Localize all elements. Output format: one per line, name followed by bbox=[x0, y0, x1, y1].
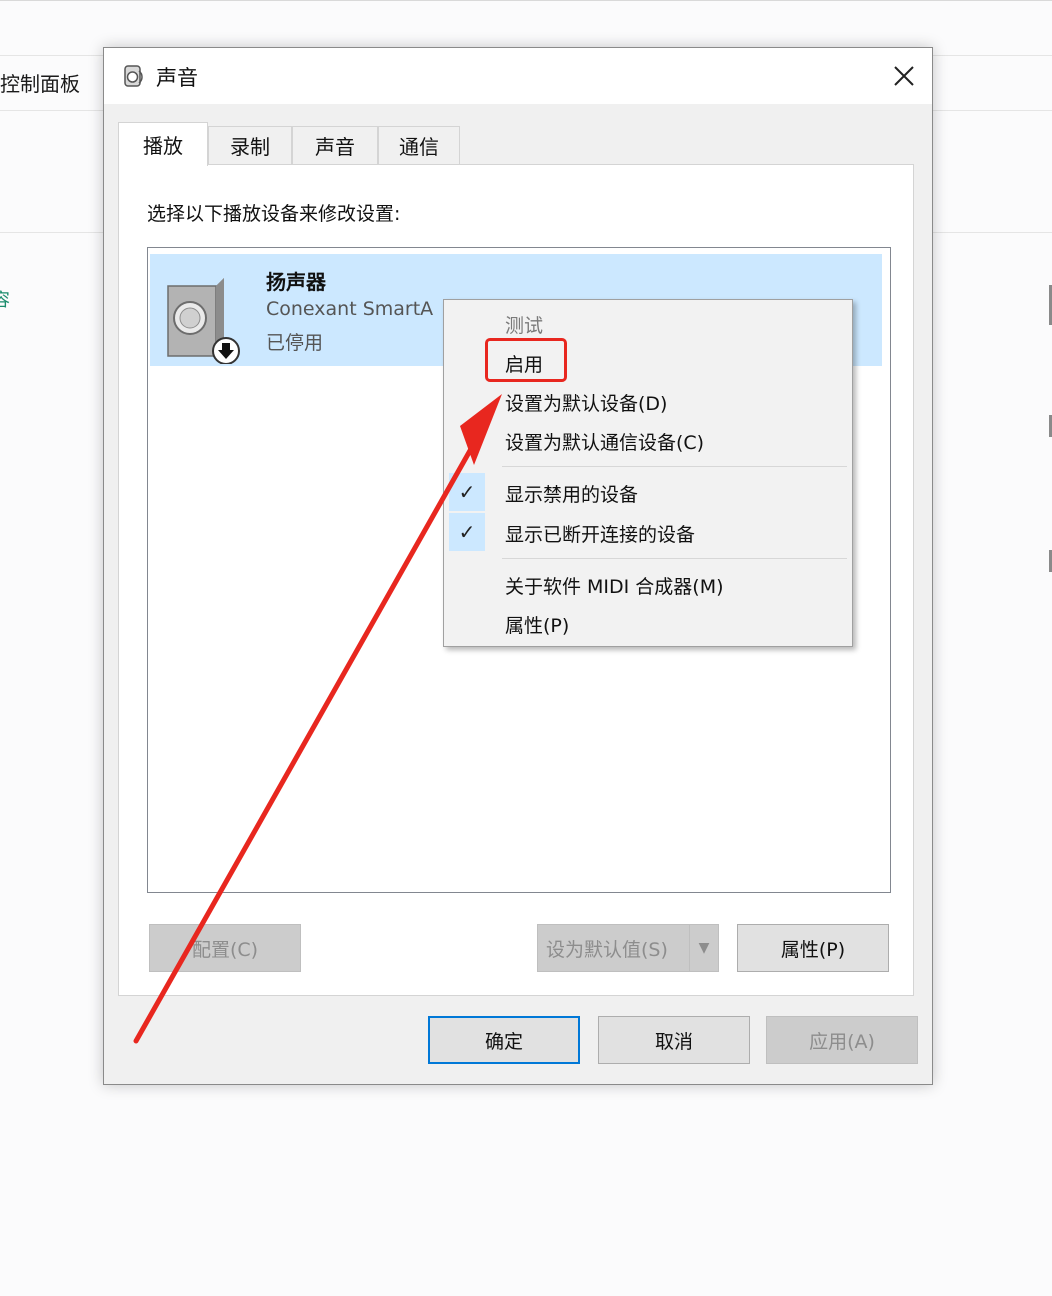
configure-button[interactable]: 配置(C) bbox=[149, 924, 301, 972]
menu-item-label: 显示禁用的设备 bbox=[505, 484, 639, 506]
close-icon bbox=[894, 66, 914, 86]
background-top-line bbox=[0, 0, 1052, 1]
checkmark-icon: ✓ bbox=[449, 473, 485, 511]
cancel-button[interactable]: 取消 bbox=[598, 1016, 750, 1064]
menu-item-label: 属性(P) bbox=[505, 615, 570, 637]
device-driver: Conexant SmartA bbox=[266, 298, 434, 320]
chevron-down-icon[interactable]: ▼ bbox=[689, 925, 718, 971]
menu-item-set-default-device[interactable]: 设置为默认设备(D) bbox=[444, 382, 852, 420]
menu-item-show-disabled[interactable]: ✓ 显示禁用的设备 bbox=[444, 473, 852, 511]
menu-item-properties[interactable]: 属性(P) bbox=[444, 604, 852, 642]
device-status: 已停用 bbox=[266, 332, 324, 354]
dialog-title: 声音 bbox=[156, 66, 198, 90]
tab-recording[interactable]: 录制 bbox=[208, 126, 292, 164]
dialog-titlebar[interactable]: 声音 bbox=[104, 48, 932, 104]
menu-item-set-default-comm-device[interactable]: 设置为默认通信设备(C) bbox=[444, 421, 852, 459]
background-window-title: 控制面板 bbox=[0, 72, 80, 96]
speaker-disabled-icon bbox=[167, 278, 240, 364]
instruction-text: 选择以下播放设备来修改设置: bbox=[147, 203, 401, 225]
speaker-app-icon bbox=[124, 65, 143, 87]
tab-sounds[interactable]: 声音 bbox=[292, 126, 378, 164]
menu-item-label: 测试 bbox=[505, 315, 544, 337]
menu-item-label: 设置为默认设备(D) bbox=[505, 393, 668, 415]
properties-button[interactable]: 属性(P) bbox=[737, 924, 889, 972]
menu-separator bbox=[502, 466, 847, 467]
menu-item-label: 设置为默认通信设备(C) bbox=[505, 432, 705, 454]
tab-playback[interactable]: 播放 bbox=[118, 122, 208, 166]
menu-separator bbox=[502, 558, 847, 559]
checkmark-icon: ✓ bbox=[449, 513, 485, 551]
menu-item-label: 关于软件 MIDI 合成器(M) bbox=[505, 576, 724, 598]
ok-button[interactable]: 确定 bbox=[428, 1016, 580, 1064]
device-name: 扬声器 bbox=[266, 270, 326, 294]
tab-communications[interactable]: 通信 bbox=[378, 126, 460, 164]
set-default-split-button[interactable]: 设为默认值(S) ▼ bbox=[537, 924, 719, 972]
menu-item-show-disconnected[interactable]: ✓ 显示已断开连接的设备 bbox=[444, 513, 852, 551]
annotation-highlight-box bbox=[485, 338, 567, 382]
set-default-label: 设为默认值(S) bbox=[546, 938, 668, 961]
apply-button[interactable]: 应用(A) bbox=[766, 1016, 918, 1064]
menu-item-test[interactable]: 测试 bbox=[444, 304, 852, 342]
menu-item-about-midi[interactable]: 关于软件 MIDI 合成器(M) bbox=[444, 565, 852, 603]
background-link[interactable]: 容 bbox=[0, 286, 10, 312]
close-button[interactable] bbox=[876, 48, 932, 104]
menu-item-label: 显示已断开连接的设备 bbox=[505, 524, 696, 546]
